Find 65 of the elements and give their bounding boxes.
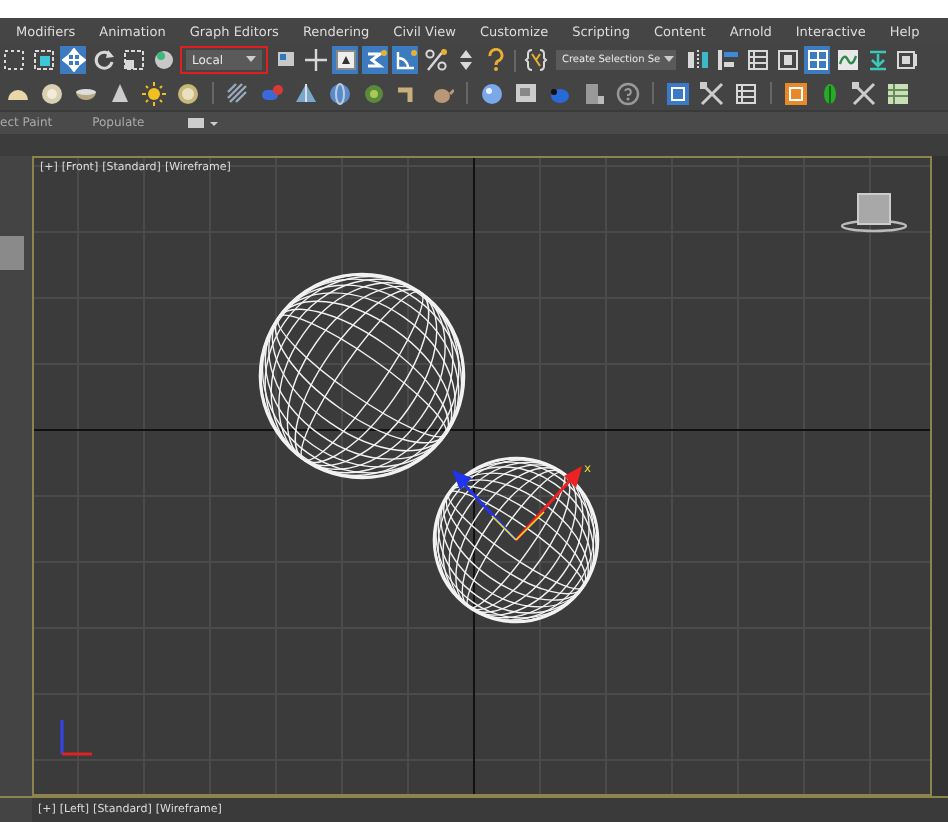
move-icon <box>61 48 85 72</box>
snap-icon <box>363 48 387 72</box>
braces-icon <box>523 48 547 72</box>
table-button[interactable] <box>744 46 770 74</box>
move-button[interactable] <box>60 46 86 74</box>
mirror-icon <box>685 48 709 72</box>
axis-tripod-drawing <box>60 720 92 756</box>
scale-button[interactable] <box>120 46 146 74</box>
panel-icon <box>775 48 799 72</box>
percent-icon <box>423 48 447 72</box>
cone-icon[interactable] <box>108 81 132 105</box>
frame-button[interactable] <box>332 46 358 74</box>
angle-snap-button[interactable] <box>392 46 418 74</box>
crosshair-button[interactable] <box>302 46 328 74</box>
list-icon[interactable] <box>886 81 910 105</box>
selection-square-icon <box>31 48 55 72</box>
grid-button[interactable] <box>804 46 830 74</box>
dashed-square-icon <box>1 48 25 72</box>
transform-gizmo[interactable] <box>452 466 582 542</box>
wireframe-sphere[interactable] <box>432 456 600 624</box>
render-setup-button[interactable] <box>894 46 920 74</box>
percent-button[interactable] <box>422 46 448 74</box>
leaf-icon[interactable] <box>818 81 842 105</box>
caret-icon <box>664 56 675 64</box>
tools-icon[interactable] <box>700 81 724 105</box>
crosshair-icon <box>303 48 327 72</box>
table-icon <box>745 48 769 72</box>
curve-editor-button[interactable] <box>834 46 860 74</box>
dashed-square-button[interactable] <box>0 46 26 74</box>
angle-snap-icon <box>393 48 417 72</box>
frame-icon <box>333 48 357 72</box>
snap-button[interactable] <box>362 46 388 74</box>
rotate-icon <box>91 48 115 72</box>
help-circle-icon[interactable] <box>616 81 640 105</box>
pivot-frame-icon <box>273 48 297 72</box>
grid-icon <box>805 48 829 72</box>
panel-button[interactable] <box>774 46 800 74</box>
dope-sheet-button[interactable] <box>864 46 890 74</box>
dope-sheet-icon <box>865 48 889 72</box>
selection-square-button[interactable] <box>30 46 56 74</box>
caret-icon <box>246 56 256 64</box>
render-frame-icon[interactable] <box>514 81 538 105</box>
globe-icon[interactable] <box>328 81 352 105</box>
sphere-icon[interactable] <box>40 81 64 105</box>
help-icon <box>483 48 507 72</box>
wireframe-sphere[interactable] <box>258 272 466 480</box>
disc-icon[interactable] <box>176 81 200 105</box>
help-button[interactable] <box>482 46 508 74</box>
render-setup-icon <box>895 48 919 72</box>
table-icon[interactable] <box>734 81 758 105</box>
scale-icon <box>121 48 145 72</box>
pyramid-icon[interactable] <box>294 81 318 105</box>
align-button[interactable] <box>714 46 740 74</box>
rotate-button[interactable] <box>90 46 116 74</box>
document-icon[interactable] <box>582 81 606 105</box>
hatch-icon[interactable] <box>226 81 250 105</box>
camera-dropdown-icon[interactable] <box>188 116 221 130</box>
tools-icon[interactable] <box>852 81 876 105</box>
view-cube[interactable] <box>840 193 908 233</box>
curve-editor-icon <box>835 48 859 72</box>
align-icon <box>715 48 739 72</box>
material-ball-icon[interactable] <box>480 81 504 105</box>
mirror-button[interactable] <box>684 46 710 74</box>
braces-button[interactable] <box>522 46 548 74</box>
sun-icon[interactable] <box>142 81 166 105</box>
